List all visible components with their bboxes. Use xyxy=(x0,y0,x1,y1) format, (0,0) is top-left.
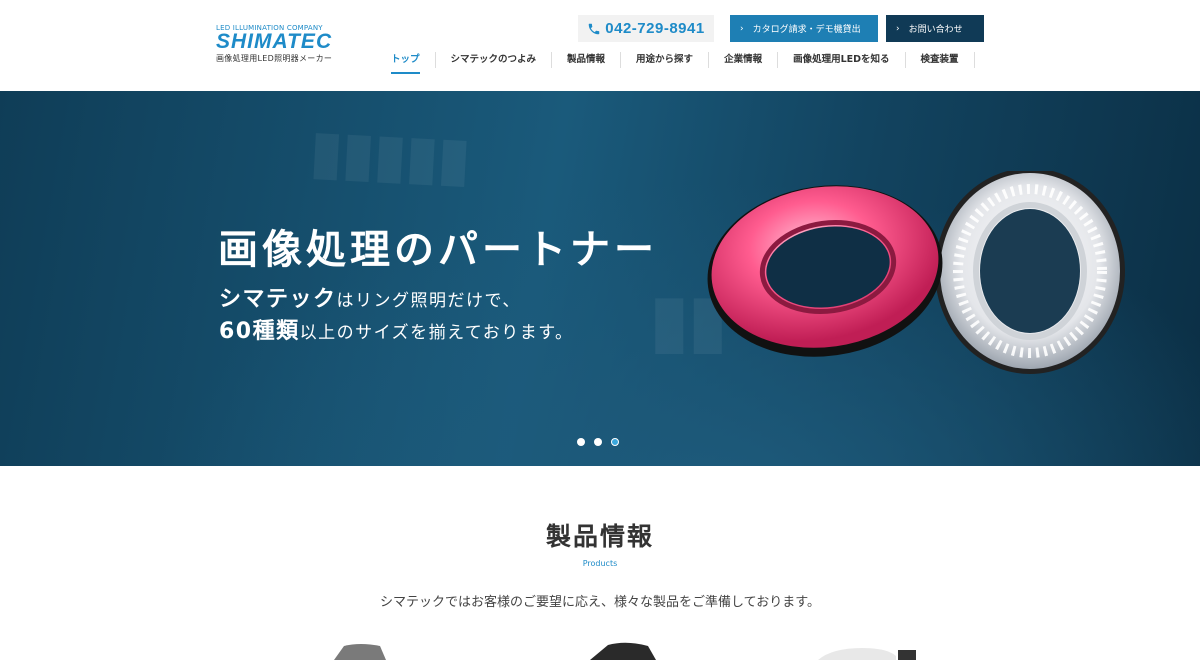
chevron-right-icon: › xyxy=(740,23,744,34)
hero-tagline-2-strong: 60種類 xyxy=(219,319,300,344)
company-logo[interactable]: LED ILLUMINATION COMPANY SHIMATEC 画像処理用L… xyxy=(216,24,348,68)
nav-item-products[interactable]: 製品情報 xyxy=(552,52,622,68)
hero-tagline-1: シマテックはリング照明だけで、 xyxy=(219,281,521,313)
nav-item-top[interactable]: トップ xyxy=(376,52,436,74)
hero-tagline-1-rest: はリング照明だけで、 xyxy=(336,291,521,311)
phone-number-box[interactable]: 042-729-8941 xyxy=(578,15,714,42)
contact-label: お問い合わせ xyxy=(908,25,963,35)
nav-item-company[interactable]: 企業情報 xyxy=(709,52,779,68)
hero-tagline-2: 60種類以上のサイズを揃えております。 xyxy=(219,313,574,345)
product-thumbnail[interactable] xyxy=(330,640,390,660)
chevron-right-icon: › xyxy=(896,23,900,34)
products-description: シマテックではお客様のご要望に応え、様々な製品をご準備しております。 xyxy=(380,595,820,610)
product-thumbnail[interactable] xyxy=(588,640,658,660)
products-subheading: Products xyxy=(582,559,618,568)
contact-button[interactable]: › お問い合わせ xyxy=(886,15,984,42)
slider-dot-2[interactable] xyxy=(594,438,602,446)
product-thumbnail[interactable] xyxy=(812,640,922,660)
hero-tagline-1-strong: シマテック xyxy=(219,287,337,312)
catalog-request-button[interactable]: › カタログ請求・デモ機貸出 xyxy=(730,15,878,42)
logo-subtitle: 画像処理用LED照明器メーカー xyxy=(216,54,333,63)
nav-item-inspection[interactable]: 検査装置 xyxy=(906,52,975,68)
nav-item-applications[interactable]: 用途から探す xyxy=(621,52,710,68)
hero-title: 画像処理のパートナー xyxy=(218,227,658,273)
catalog-request-label: カタログ請求・デモ機貸出 xyxy=(752,25,861,35)
slider-dot-1[interactable] xyxy=(577,438,585,446)
slider-dots xyxy=(577,438,619,446)
products-heading: 製品情報 xyxy=(545,522,654,551)
logo-name: SHIMATEC xyxy=(216,30,333,53)
hero-slider[interactable]: ▮▮▮▮▮ ▮▮ 画像処理のパートナー シマテックはリング照明だけで、 60種類… xyxy=(0,91,1200,466)
slider-dot-3[interactable] xyxy=(611,438,619,446)
nav-item-learn-led[interactable]: 画像処理用LEDを知る xyxy=(778,52,906,68)
site-header: LED ILLUMINATION COMPANY SHIMATEC 画像処理用L… xyxy=(0,0,1200,91)
nav-item-strengths[interactable]: シマテックのつよみ xyxy=(436,52,553,68)
phone-icon xyxy=(589,23,600,34)
hero-bg-decoration: ▮▮▮▮▮ xyxy=(308,127,472,202)
ring-lights-image xyxy=(707,171,1125,374)
main-nav: トップ シマテックのつよみ 製品情報 用途から探す 企業情報 画像処理用LEDを… xyxy=(376,52,975,74)
phone-number: 042-729-8941 xyxy=(605,20,705,37)
hero-tagline-2-rest: 以上のサイズを揃えております。 xyxy=(299,323,574,343)
